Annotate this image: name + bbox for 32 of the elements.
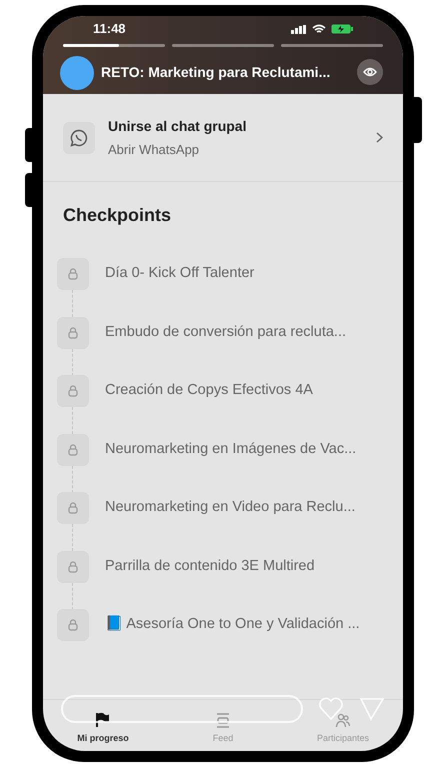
signal-icon (291, 24, 307, 34)
checkpoint-title[interactable]: 📘 Asesoría One to One y Validación ... (105, 614, 360, 636)
checkpoint-title[interactable]: Embudo de conversión para recluta... (105, 322, 346, 344)
battery-icon (331, 24, 353, 34)
lock-icon (68, 444, 78, 456)
eye-icon (363, 67, 377, 77)
section-heading: Checkpoints (63, 204, 172, 227)
group-chat-title: Unirse al chat grupal (108, 116, 248, 136)
group-chat-subtitle: Abrir WhatsApp (108, 140, 200, 159)
lock-icon (68, 385, 78, 398)
challenge-title: RETO: Marketing para Reclutami... (101, 62, 330, 82)
wifi-icon (312, 24, 326, 34)
feed-icon (216, 712, 230, 728)
flag-icon (96, 712, 110, 728)
lock-icon (68, 268, 78, 280)
chat-bubble-icon (70, 128, 88, 146)
lock-icon (68, 502, 78, 514)
lock-icon (68, 560, 78, 573)
checkpoint-title[interactable]: Neuromarketing en Imágenes de Vac... (105, 438, 356, 461)
status-time: 11:48 (93, 20, 126, 38)
chevron-right-icon (376, 132, 383, 143)
lock-icon (68, 326, 78, 339)
checkpoint-title[interactable]: Día 0- Kick Off Talenter (105, 263, 254, 286)
checkpoint-title[interactable]: Creación de Copys Efectivos 4A (105, 380, 313, 402)
lock-icon (68, 619, 78, 632)
people-icon (335, 712, 351, 728)
checkpoint-title[interactable]: Parrilla de contenido 3E Multired (105, 556, 315, 578)
checkpoint-title[interactable]: Neuromarketing en Video para Reclu... (105, 497, 356, 520)
group-chat-row[interactable]: Unirse al chat grupal Abrir WhatsApp (43, 94, 403, 182)
view-button[interactable] (357, 59, 383, 85)
heart-icon[interactable] (318, 697, 344, 721)
nav-tab[interactable]: Mi progreso (43, 700, 163, 745)
